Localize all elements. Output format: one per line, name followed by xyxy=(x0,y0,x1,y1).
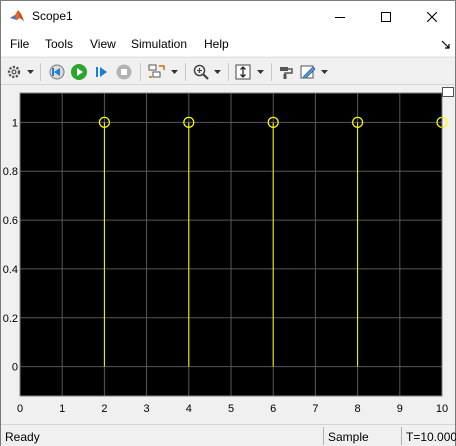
run-button[interactable] xyxy=(69,62,89,82)
window-title: Scope1 xyxy=(32,9,73,23)
x-tick-label: 5 xyxy=(228,403,234,415)
y-tick-label: 0 xyxy=(12,362,18,374)
autoscale-button[interactable] xyxy=(233,62,253,82)
minimize-icon xyxy=(335,16,345,18)
maximize-icon xyxy=(381,11,391,22)
edit-dropdown[interactable] xyxy=(319,62,329,82)
x-tick-label: 8 xyxy=(355,403,361,415)
scope-window: Scope1 File Tools View Simulation Help 0… xyxy=(0,0,456,446)
y-tick-label: 0.2 xyxy=(3,313,18,325)
signal-select-button[interactable] xyxy=(146,62,168,82)
settings-dropdown[interactable] xyxy=(25,62,35,82)
x-tick-label: 0 xyxy=(17,403,23,415)
matlab-icon xyxy=(10,10,24,21)
title-bar[interactable]: Scope1 xyxy=(1,1,455,32)
status-bar: Ready Sample based T=10.000 xyxy=(1,424,456,446)
menu-help[interactable]: Help xyxy=(204,37,229,51)
edit-button[interactable] xyxy=(298,62,318,82)
minimize-button[interactable] xyxy=(317,1,363,32)
toolbar-separator xyxy=(185,63,186,81)
status-ready: Ready xyxy=(5,430,40,444)
toolbar-separator xyxy=(40,63,41,81)
chevron-down-icon xyxy=(256,70,264,74)
scope-plot[interactable]: 0 1 2 3 4 5 6 7 8 9 10 0 0.2 0.4 0.6 0.8 1 xyxy=(1,86,455,422)
x-tick-label: 10 xyxy=(436,403,448,415)
y-tick-label: 0.8 xyxy=(3,166,18,178)
toolbar-separator xyxy=(140,63,141,81)
chevron-down-icon xyxy=(170,70,178,74)
autoscale-icon xyxy=(235,64,251,80)
chevron-down-icon xyxy=(213,70,221,74)
close-button[interactable] xyxy=(409,1,455,32)
step-forward-button[interactable] xyxy=(92,62,112,82)
autoscale-dropdown[interactable] xyxy=(255,62,265,82)
sample-mode: Sample based xyxy=(323,427,399,446)
style-button[interactable] xyxy=(276,62,296,82)
maximize-button[interactable] xyxy=(363,1,409,32)
simulation-time: T=10.000 xyxy=(401,427,456,445)
menu-tools[interactable]: Tools xyxy=(45,37,73,51)
toolbar-separator xyxy=(271,63,272,81)
x-tick-label: 4 xyxy=(186,403,192,415)
x-tick-label: 3 xyxy=(144,403,150,415)
menu-view[interactable]: View xyxy=(90,37,116,51)
undock-icon[interactable] xyxy=(442,87,454,97)
signal-select-dropdown[interactable] xyxy=(169,62,179,82)
x-tick-label: 1 xyxy=(59,403,65,415)
step-forward-icon xyxy=(96,67,107,77)
zoom-in-icon xyxy=(193,64,209,80)
stop-icon xyxy=(116,64,132,80)
style-icon xyxy=(280,67,293,79)
settings-button[interactable] xyxy=(5,62,23,82)
run-icon xyxy=(71,64,87,80)
stop-button[interactable] xyxy=(114,62,134,82)
toolbar-separator xyxy=(228,63,229,81)
edit-icon xyxy=(300,65,316,79)
x-tick-label: 7 xyxy=(312,403,318,415)
menu-file[interactable]: File xyxy=(10,37,29,51)
toolbar xyxy=(1,57,455,85)
step-back-icon xyxy=(49,64,65,80)
menu-simulation[interactable]: Simulation xyxy=(131,37,187,51)
x-tick-label: 6 xyxy=(270,403,276,415)
chevron-down-icon xyxy=(26,70,34,74)
x-tick-label: 2 xyxy=(101,403,107,415)
y-tick-label: 0.4 xyxy=(3,264,18,276)
menu-bar: File Tools View Simulation Help xyxy=(1,32,455,56)
y-tick-label: 1 xyxy=(12,117,18,129)
y-tick-label: 0.6 xyxy=(3,215,18,227)
zoom-dropdown[interactable] xyxy=(212,62,222,82)
gear-icon xyxy=(7,65,21,79)
step-back-button[interactable] xyxy=(47,62,67,82)
signal-select-icon xyxy=(148,64,165,78)
dock-arrow-icon[interactable] xyxy=(441,40,451,50)
zoom-button[interactable] xyxy=(191,62,211,82)
x-tick-label: 9 xyxy=(397,403,403,415)
chevron-down-icon xyxy=(320,70,328,74)
close-icon xyxy=(427,11,437,22)
